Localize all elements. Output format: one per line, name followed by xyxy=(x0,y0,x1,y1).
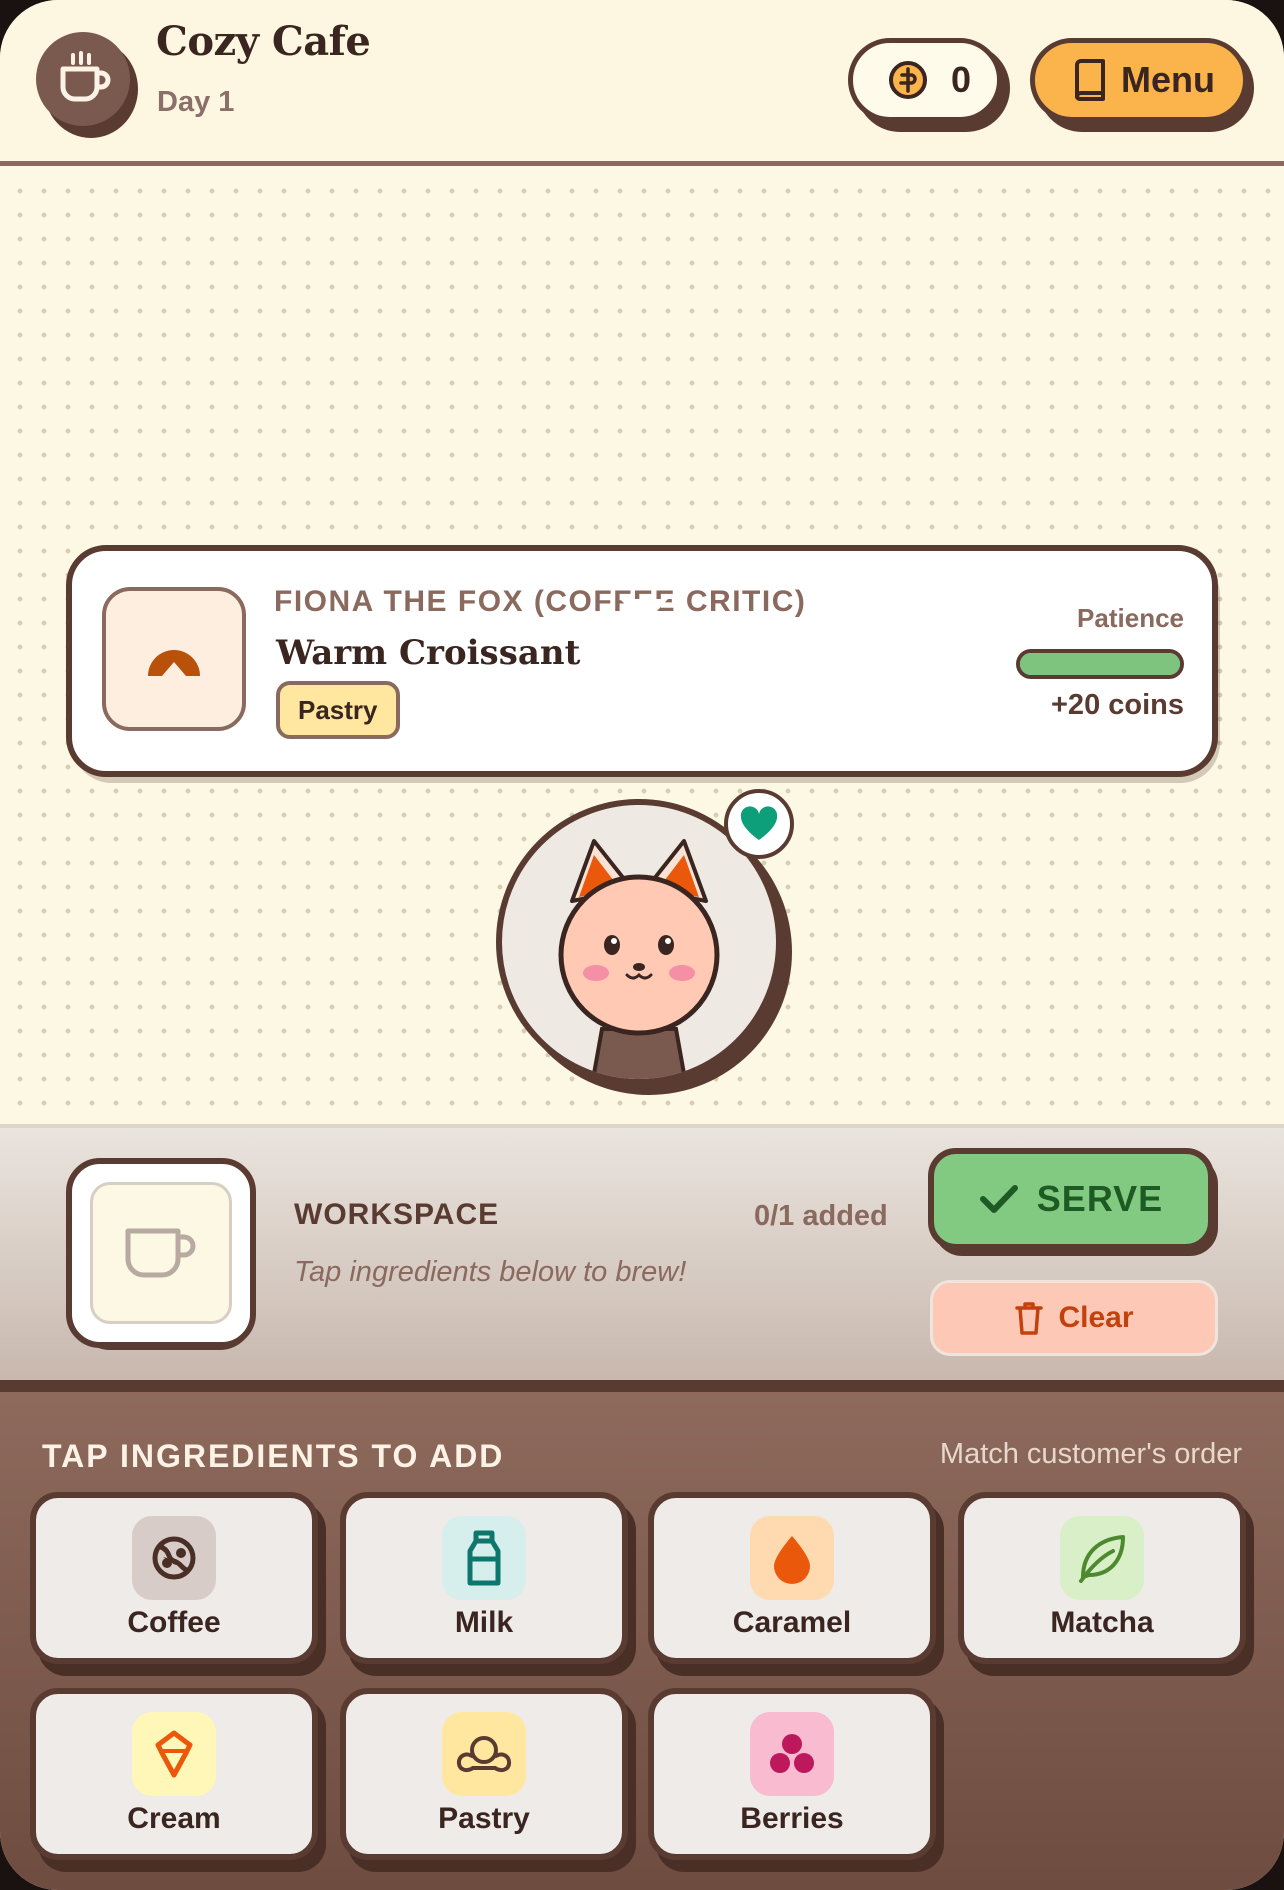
milk-bottle-icon xyxy=(442,1516,526,1600)
serve-label: SERVE xyxy=(1036,1178,1164,1219)
menu-label: Menu xyxy=(1121,59,1215,100)
ingredient-milk[interactable]: Milk xyxy=(340,1492,628,1664)
customer-name: FIONA THE FOX (COFFEE CRITIC) xyxy=(274,585,807,618)
order-bubble: FIONA THE FOX (COFFEE CRITIC) Warm Crois… xyxy=(66,545,1218,777)
mood-badge xyxy=(724,789,794,859)
croissant-icon xyxy=(148,650,200,676)
empty-cup-icon xyxy=(125,1228,196,1278)
ingredient-label: Milk xyxy=(454,1606,514,1639)
ingredient-label: Pastry xyxy=(438,1802,530,1835)
check-icon xyxy=(979,1185,1018,1213)
clear-label: Clear xyxy=(1058,1301,1134,1334)
ingredient-label: Matcha xyxy=(1050,1606,1154,1639)
ingredient-berries[interactable]: Berries xyxy=(648,1688,936,1860)
trash-icon xyxy=(1015,1302,1044,1335)
ingredient-label: Cream xyxy=(127,1802,221,1835)
cream-cone-icon xyxy=(132,1712,216,1796)
patience-label: Patience xyxy=(1077,603,1184,633)
patience-fill xyxy=(1020,653,1180,675)
customer-avatar[interactable] xyxy=(496,789,796,1099)
ingredient-cream[interactable]: Cream xyxy=(30,1688,318,1860)
game-screen: Cozy Cafe Day 1 0 Menu FIONA THE FOX (CO… xyxy=(0,0,1284,1890)
brew-cup-slot[interactable] xyxy=(66,1158,256,1348)
order-reward: +20 coins xyxy=(1051,689,1184,721)
bubble-tail xyxy=(620,599,668,625)
menu-button[interactable]: Menu xyxy=(1030,38,1248,122)
top-bar: Cozy Cafe Day 1 0 Menu xyxy=(0,0,1284,166)
workspace-hint: Tap ingredients below to brew! xyxy=(294,1256,687,1288)
cafe-floor: FIONA THE FOX (COFFEE CRITIC) Warm Crois… xyxy=(0,171,1284,1124)
workspace-title: WORKSPACE xyxy=(294,1198,500,1231)
order-category-tag: Pastry xyxy=(276,681,400,739)
ingredient-coffee[interactable]: Coffee xyxy=(30,1492,318,1664)
coin-value: 0 xyxy=(951,59,972,100)
patience-bar xyxy=(1016,649,1184,679)
ingredient-label: Caramel xyxy=(732,1606,852,1639)
ingredients-title: TAP INGREDIENTS TO ADD xyxy=(42,1438,505,1474)
coin-counter: 0 xyxy=(848,38,1002,122)
clear-button[interactable]: Clear xyxy=(930,1280,1218,1356)
ingredient-caramel[interactable]: Caramel xyxy=(648,1492,936,1664)
caramel-drop-icon xyxy=(750,1516,834,1600)
order-thumbnail xyxy=(102,587,246,731)
heart-icon xyxy=(740,806,778,840)
order-item-name: Warm Croissant xyxy=(276,633,581,673)
ingredient-panel: TAP INGREDIENTS TO ADD Match customer's … xyxy=(0,1380,1284,1890)
ingredient-label: Coffee xyxy=(127,1606,221,1639)
cafe-title: Cozy Cafe xyxy=(156,18,371,65)
ingredient-matcha[interactable]: Matcha xyxy=(958,1492,1246,1664)
serve-button[interactable]: SERVE xyxy=(928,1148,1214,1250)
workspace-panel: WORKSPACE 0/1 added Tap ingredients belo… xyxy=(0,1124,1284,1380)
leaf-icon xyxy=(1060,1516,1144,1600)
coin-icon xyxy=(889,61,927,99)
book-icon xyxy=(1075,59,1105,101)
croissant-icon xyxy=(442,1712,526,1796)
ingredient-pastry[interactable]: Pastry xyxy=(340,1688,628,1860)
day-counter: Day 1 xyxy=(157,86,235,118)
ingredient-count: 0/1 added xyxy=(754,1200,888,1232)
ingredient-label: Berries xyxy=(740,1802,844,1835)
cafe-logo-cup-icon xyxy=(36,32,130,126)
berries-icon xyxy=(750,1712,834,1796)
ingredients-hint: Match customer's order xyxy=(939,1438,1242,1470)
coffee-bean-icon xyxy=(132,1516,216,1600)
